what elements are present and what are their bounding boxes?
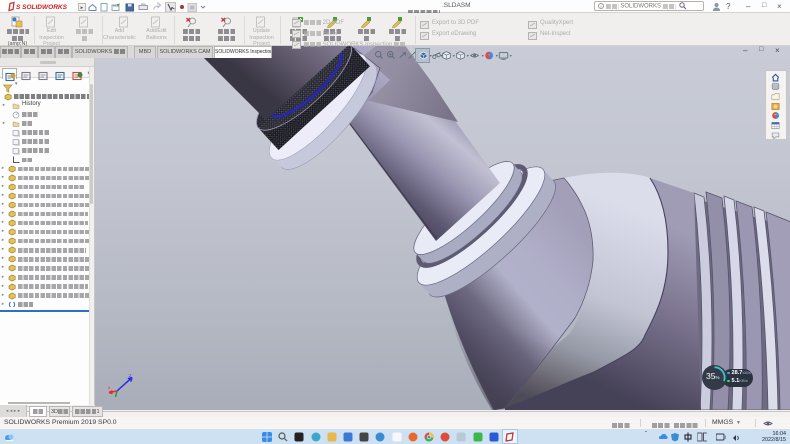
svg-text:x: x	[108, 385, 111, 390]
svg-text:S SOLIDWORKS: S SOLIDWORKS	[16, 4, 68, 11]
